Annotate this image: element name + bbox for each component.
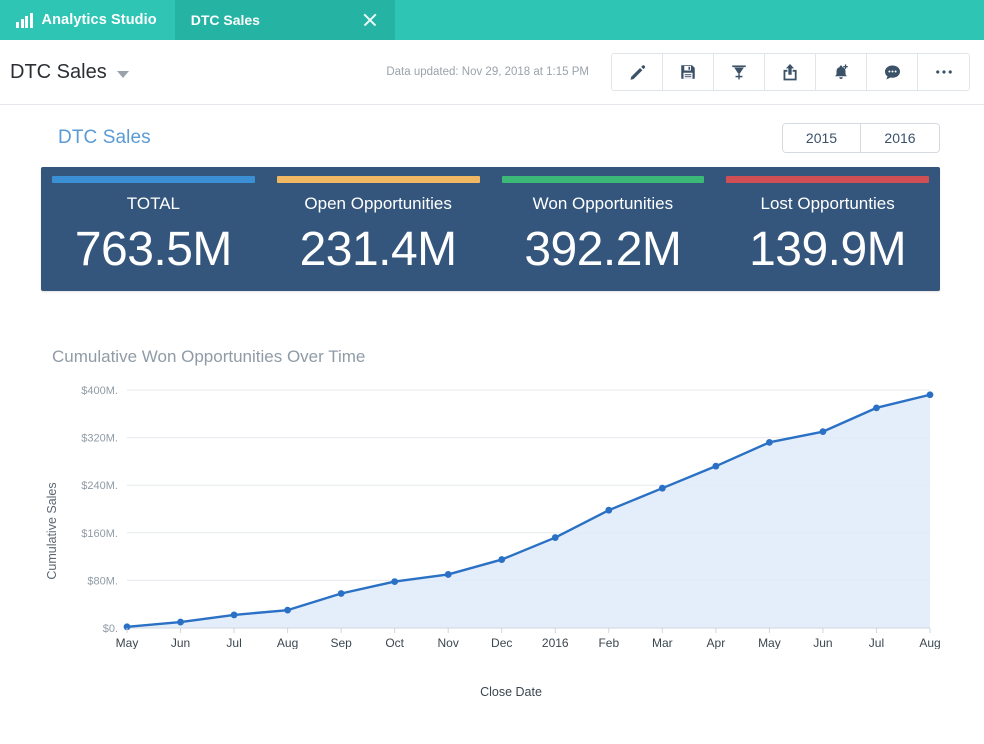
- x-tick-label: Aug: [919, 636, 940, 649]
- pencil-icon: [630, 64, 645, 80]
- x-tick-label: Sep: [330, 636, 352, 649]
- kpi-value: 392.2M: [524, 223, 682, 276]
- more-button[interactable]: [918, 54, 969, 90]
- save-button[interactable]: [663, 54, 714, 90]
- x-tick-label: Dec: [491, 636, 512, 649]
- x-tick-label: Mar: [652, 636, 673, 649]
- data-point[interactable]: [177, 618, 184, 626]
- x-tick-label: May: [116, 636, 139, 649]
- browser-tab-bar: Analytics Studio DTC Sales: [0, 0, 984, 40]
- share-export-icon: [783, 64, 797, 81]
- chart-title: Cumulative Won Opportunities Over Time: [52, 347, 366, 366]
- kpi-value: 139.9M: [749, 223, 907, 276]
- kpi-label: Open Opportunities: [304, 194, 452, 213]
- kpi-accent-bar: [276, 176, 480, 183]
- kpi-panel: TOTAL 763.5M Open Opportunities 231.4M W…: [41, 167, 940, 291]
- y-tick-label: $80M.: [87, 575, 118, 587]
- kpi-value: 231.4M: [299, 223, 458, 276]
- y-axis-label: Cumulative Sales: [45, 482, 59, 580]
- data-point[interactable]: [498, 556, 506, 563]
- bar-chart-logo-icon: [16, 12, 33, 28]
- document-title-group[interactable]: DTC Sales: [10, 61, 129, 84]
- y-tick-label: $240M.: [81, 480, 118, 492]
- year-filter-2016[interactable]: 2016: [861, 124, 939, 152]
- y-tick-label: $400M.: [81, 385, 118, 397]
- app-brand[interactable]: Analytics Studio: [0, 0, 175, 40]
- kpi-total[interactable]: TOTAL 763.5M: [41, 167, 266, 277]
- dashboard-content: DTC Sales 2015 2016 TOTAL 763.5M Open Op…: [0, 105, 984, 699]
- chat-bubble-icon: [884, 65, 900, 80]
- header-toolbar: [611, 53, 970, 91]
- x-tick-label: 2016: [542, 636, 569, 649]
- data-point[interactable]: [337, 590, 345, 597]
- document-header: DTC Sales Data updated: Nov 29, 2018 at …: [0, 40, 984, 105]
- x-tick-label: Jul: [226, 636, 241, 649]
- data-point[interactable]: [284, 606, 291, 614]
- kpi-label: TOTAL: [126, 194, 180, 213]
- x-tick-label: Feb: [598, 636, 619, 649]
- x-tick-label: Oct: [385, 636, 404, 649]
- year-filter-group: 2015 2016: [782, 123, 940, 153]
- kpi-accent-bar: [52, 176, 255, 183]
- x-tick-label: Aug: [277, 636, 298, 649]
- data-point[interactable]: [444, 571, 452, 578]
- y-tick-label: $0.: [103, 623, 118, 635]
- kpi-open-opportunities[interactable]: Open Opportunities 231.4M: [266, 167, 491, 277]
- comments-button[interactable]: [867, 54, 918, 90]
- x-tick-label: May: [758, 636, 781, 649]
- edit-button[interactable]: [612, 54, 663, 90]
- bell-plus-icon: [835, 63, 848, 79]
- data-point[interactable]: [391, 578, 399, 585]
- data-point[interactable]: [819, 428, 827, 436]
- x-axis-label: Close Date: [480, 685, 542, 699]
- data-point[interactable]: [551, 534, 559, 541]
- bookmark-clip-icon: [732, 64, 746, 79]
- clip-button[interactable]: [714, 54, 765, 90]
- data-point[interactable]: [873, 404, 880, 412]
- x-tick-label: Jun: [171, 636, 190, 649]
- kpi-accent-bar: [726, 176, 929, 183]
- y-tick-label: $160M.: [81, 528, 118, 540]
- y-tick-label: $320M.: [81, 433, 118, 445]
- data-point[interactable]: [605, 506, 613, 514]
- kpi-lost-opportunities[interactable]: Lost Opportunties 139.9M: [715, 167, 940, 277]
- x-tick-label: Jul: [869, 636, 884, 649]
- data-updated-text: Data updated: Nov 29, 2018 at 1:15 PM: [386, 66, 589, 78]
- data-point[interactable]: [766, 438, 773, 446]
- tab-label: DTC Sales: [190, 12, 260, 28]
- data-point[interactable]: [712, 462, 720, 470]
- kpi-label: Lost Opportunties: [760, 194, 895, 213]
- x-tick-label: Apr: [707, 636, 726, 649]
- cumulative-area-chart[interactable]: $0. $80M. $160M. $240M. $320M. $400M. May Jun Ju…: [52, 381, 940, 649]
- ellipsis-icon: [935, 70, 952, 74]
- kpi-value: 763.5M: [74, 223, 233, 276]
- page-title: DTC Sales: [10, 60, 107, 83]
- x-tick-label: Nov: [438, 636, 459, 649]
- subscribe-button[interactable]: [816, 54, 867, 90]
- tab-dtc-sales[interactable]: DTC Sales: [174, 0, 395, 40]
- data-point[interactable]: [658, 484, 666, 492]
- chevron-down-icon[interactable]: [116, 70, 129, 78]
- kpi-label: Won Opportunities: [532, 194, 674, 213]
- x-tick-label: Jun: [813, 636, 832, 649]
- chart-block: Cumulative Won Opportunities Over Time C…: [0, 347, 984, 699]
- dashboard-title: DTC Sales: [58, 127, 151, 148]
- kpi-accent-bar: [501, 176, 705, 183]
- share-button[interactable]: [765, 54, 816, 90]
- chart-area[interactable]: Cumulative Sales $0. $80M. $160M. $240M. $32…: [45, 381, 940, 681]
- dashboard-header-row: DTC Sales 2015 2016: [0, 105, 984, 167]
- year-filter-2015[interactable]: 2015: [783, 124, 861, 152]
- data-point[interactable]: [926, 391, 934, 399]
- close-icon[interactable]: [361, 11, 379, 29]
- kpi-won-opportunities[interactable]: Won Opportunities 392.2M: [491, 167, 716, 277]
- data-point[interactable]: [230, 611, 238, 619]
- floppy-disk-icon: [681, 65, 695, 79]
- app-brand-label: Analytics Studio: [41, 12, 157, 28]
